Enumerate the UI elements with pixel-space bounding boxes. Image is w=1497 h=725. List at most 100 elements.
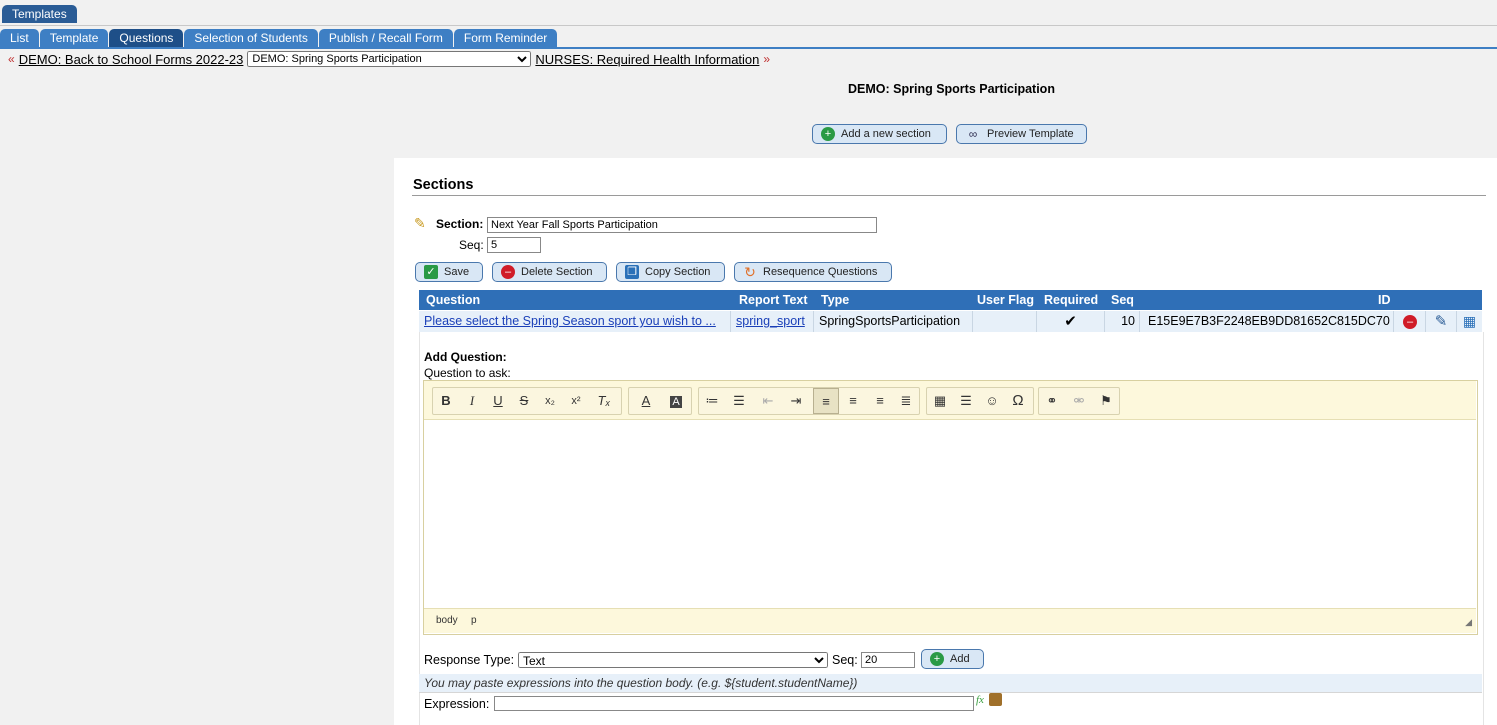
package-icon[interactable] (989, 693, 1002, 706)
header-id: ID (1378, 293, 1391, 307)
link-group: ⚭ ⚮ ⚑ (1038, 387, 1120, 415)
add-question-heading: Add Question: (424, 350, 507, 364)
question-to-ask-label: Question to ask: (424, 366, 511, 380)
page-title: DEMO: Spring Sports Participation (848, 82, 1055, 96)
align-left-icon[interactable]: ≡ (813, 388, 839, 414)
sub-tabs: List Template Questions Selection of Stu… (0, 29, 558, 47)
delete-icon[interactable]: – (1403, 314, 1417, 329)
indent-icon[interactable]: ⇥ (783, 388, 809, 414)
calendar-icon[interactable]: ▦ (1457, 311, 1482, 332)
clear-format-button[interactable]: Tₓ (591, 388, 617, 414)
plus-icon: + (821, 127, 835, 141)
align-center-icon[interactable]: ≡ (840, 388, 866, 414)
form-select[interactable]: DEMO: Spring Sports Participation (247, 51, 532, 67)
divider (0, 25, 1497, 26)
response-type-select[interactable]: Text (518, 652, 828, 668)
section-name-input[interactable] (487, 217, 877, 233)
resequence-questions-button[interactable]: ↻ Resequence Questions (734, 262, 892, 282)
user-flag-cell (974, 311, 1037, 332)
tab-templates[interactable]: Templates (2, 5, 77, 23)
add-question-label: Add (950, 653, 970, 665)
editor-statusbar: body p ◢ (424, 608, 1476, 633)
strikethrough-button[interactable]: S (511, 388, 537, 414)
prev-form-link[interactable]: DEMO: Back to School Forms 2022-23 (19, 52, 244, 67)
paragraph-group: ≔ ☰ ⇤ ⇥ ≡ ≡ ≡ ≣ (698, 387, 920, 415)
subscript-button[interactable]: x₂ (537, 388, 563, 414)
breadcrumb: « DEMO: Back to School Forms 2022-23 DEM… (8, 51, 770, 67)
report-text-link[interactable]: spring_sport (736, 314, 805, 328)
bulleted-list-icon[interactable]: ☰ (726, 388, 752, 414)
smiley-icon[interactable]: ☺ (979, 388, 1005, 414)
color-group: A A (628, 387, 692, 415)
delete-section-button[interactable]: – Delete Section (492, 262, 607, 282)
type-cell: SpringSportsParticipation (815, 311, 973, 332)
tab-selection-of-students[interactable]: Selection of Students (184, 29, 318, 47)
format-group: B I U S x₂ x² Tₓ (432, 387, 622, 415)
next-arrow-icon[interactable]: » (763, 52, 770, 66)
save-button[interactable]: ✓ Save (415, 262, 483, 282)
tab-form-reminder[interactable]: Form Reminder (453, 29, 558, 47)
insert-group: ▦ ☰ ☺ Ω (926, 387, 1034, 415)
question-seq-input[interactable] (861, 652, 915, 668)
table-row: Please select the Spring Season sport yo… (419, 311, 1482, 332)
add-section-label: Add a new section (841, 128, 931, 140)
header-report-text: Report Text (739, 293, 808, 307)
delete-section-label: Delete Section (521, 266, 593, 278)
unlink-icon[interactable]: ⚮ (1066, 388, 1092, 414)
underline-button[interactable]: U (485, 388, 511, 414)
binoculars-icon: ∞ (968, 127, 978, 141)
horizontal-rule-icon[interactable]: ☰ (953, 388, 979, 414)
question-link[interactable]: Please select the Spring Season sport yo… (424, 314, 716, 328)
questions-table-header: Question Report Text Type User Flag Requ… (419, 290, 1482, 310)
copy-section-label: Copy Section (645, 266, 711, 278)
editor-content-area[interactable] (424, 420, 1476, 607)
bg-color-icon: A (670, 396, 682, 408)
tab-template[interactable]: Template (39, 29, 109, 47)
copy-section-button[interactable]: ❐ Copy Section (616, 262, 725, 282)
add-section-button[interactable]: + Add a new section (812, 124, 947, 144)
add-question-button[interactable]: + Add (921, 649, 984, 669)
tab-questions[interactable]: Questions (109, 29, 184, 47)
hint-text: You may paste expressions into the quest… (424, 676, 858, 690)
resequence-label: Resequence Questions (763, 266, 878, 278)
sections-heading: Sections (413, 177, 474, 193)
header-type: Type (821, 293, 850, 307)
expression-hint: You may paste expressions into the quest… (419, 674, 1482, 692)
align-right-icon[interactable]: ≡ (867, 388, 893, 414)
superscript-button[interactable]: x² (563, 388, 589, 414)
outdent-icon[interactable]: ⇤ (755, 388, 781, 414)
tab-publish-recall-form[interactable]: Publish / Recall Form (318, 29, 453, 47)
header-required: Required (1044, 293, 1099, 307)
italic-button[interactable]: I (459, 388, 485, 414)
function-icon[interactable]: fx (976, 694, 984, 706)
divider (412, 195, 1486, 196)
expression-input[interactable] (494, 696, 974, 711)
align-justify-icon[interactable]: ≣ (893, 388, 919, 414)
table-icon[interactable]: ▦ (927, 388, 953, 414)
preview-template-button[interactable]: ∞ Preview Template (956, 124, 1087, 144)
delete-question-cell: – (1395, 311, 1426, 332)
special-character-icon[interactable]: Ω (1005, 388, 1031, 414)
section-label: Section: (436, 217, 484, 231)
anchor-flag-icon[interactable]: ⚑ (1093, 388, 1119, 414)
save-label: Save (444, 266, 470, 278)
resize-handle-icon[interactable]: ◢ (1465, 617, 1472, 628)
path-p[interactable]: p (471, 615, 477, 626)
tab-list[interactable]: List (0, 29, 39, 47)
edit-icon[interactable]: ✎ (1426, 311, 1457, 332)
link-icon[interactable]: ⚭ (1039, 388, 1065, 414)
background-color-button[interactable]: A (661, 388, 691, 414)
header-user-flag: User Flag (977, 293, 1034, 307)
path-body[interactable]: body (436, 615, 458, 626)
next-form-link[interactable]: NURSES: Required Health Information (535, 52, 759, 67)
numbered-list-icon[interactable]: ≔ (699, 388, 725, 414)
text-color-button[interactable]: A (631, 388, 661, 414)
required-check-icon: ✔ (1037, 311, 1105, 332)
question-seq-label: Seq: (832, 653, 858, 667)
prev-arrow-icon[interactable]: « (8, 52, 15, 66)
id-cell: E15E9E7B3F2248EB9DD81652C815DC70 (1141, 311, 1394, 332)
header-question: Question (426, 293, 481, 307)
section-seq-input[interactable] (487, 237, 541, 253)
bold-button[interactable]: B (433, 388, 459, 414)
refresh-icon: ↻ (744, 264, 756, 280)
